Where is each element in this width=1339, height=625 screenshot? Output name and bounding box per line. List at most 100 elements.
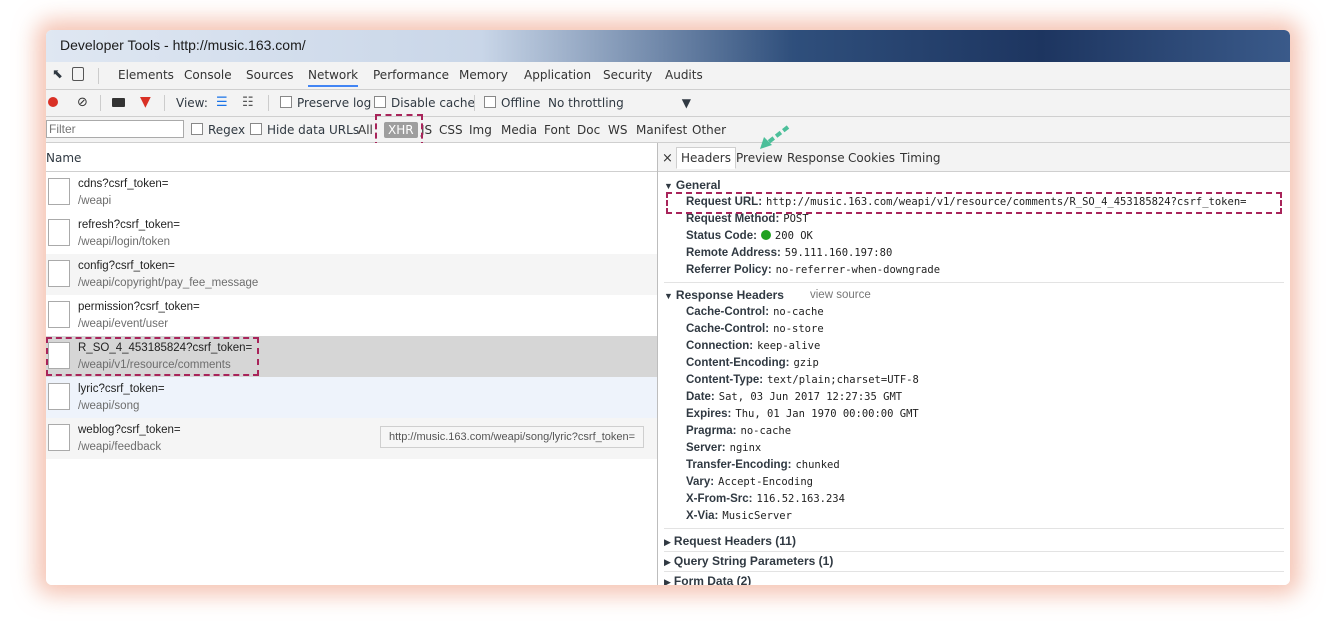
filter-bar: Regex Hide data URLs All XHR JS CSS Img … bbox=[46, 117, 1290, 143]
tab-elements[interactable]: Elements bbox=[118, 68, 174, 82]
header-row: Request Method: POST bbox=[686, 213, 809, 225]
view-label: View: bbox=[176, 96, 208, 110]
type-media[interactable]: Media bbox=[501, 123, 537, 137]
header-key: Cache-Control: bbox=[686, 306, 770, 318]
filter-icon[interactable]: ▼ bbox=[140, 94, 151, 110]
table-row[interactable]: cdns?csrf_token= /weapi bbox=[46, 172, 657, 213]
header-row: Remote Address: 59.111.160.197:80 bbox=[686, 247, 892, 259]
header-value: keep-alive bbox=[757, 340, 821, 352]
throttling-select[interactable]: No throttling ▼ bbox=[548, 96, 691, 110]
header-value: gzip bbox=[793, 357, 819, 369]
tab-cookies[interactable]: Cookies bbox=[848, 151, 895, 165]
header-value: text/plain;charset=UTF-8 bbox=[767, 374, 919, 386]
tab-console[interactable]: Console bbox=[184, 68, 232, 82]
header-row: X-From-Src: 116.52.163.234 bbox=[686, 493, 845, 505]
tab-security[interactable]: Security bbox=[603, 68, 652, 82]
header-key: Content-Type: bbox=[686, 374, 764, 386]
triangle-down-icon: ▼ bbox=[664, 181, 673, 191]
form-data-section-header[interactable]: ▶ Form Data (2) bbox=[664, 574, 751, 585]
filter-input[interactable] bbox=[46, 120, 184, 138]
file-icon bbox=[48, 301, 70, 328]
tab-performance[interactable]: Performance bbox=[373, 68, 449, 82]
view-source-link[interactable]: view source bbox=[810, 289, 871, 301]
header-value: no-store bbox=[773, 323, 824, 335]
query-string-section-header[interactable]: ▶ Query String Parameters (1) bbox=[664, 554, 833, 568]
url-tooltip: http://music.163.com/weapi/song/lyric?cs… bbox=[380, 426, 645, 448]
request-path: /weapi/login/token bbox=[78, 236, 171, 248]
preserve-log-checkbox[interactable]: Preserve log bbox=[280, 96, 371, 110]
header-value: no-referrer-when-downgrade bbox=[775, 264, 941, 276]
request-name: config?csrf_token= bbox=[78, 260, 175, 272]
hide-data-urls-checkbox[interactable]: Hide data URLs bbox=[250, 123, 359, 137]
regex-checkbox[interactable]: Regex bbox=[191, 123, 245, 137]
table-row[interactable]: config?csrf_token= /weapi/copyright/pay_… bbox=[46, 254, 657, 295]
header-value: no-cache bbox=[740, 425, 792, 437]
clear-icon[interactable]: ⊘ bbox=[77, 95, 88, 110]
header-value: chunked bbox=[795, 459, 840, 471]
tab-timing[interactable]: Timing bbox=[900, 151, 941, 165]
inspect-element-icon[interactable]: ⬉ bbox=[52, 67, 63, 82]
device-mode-icon[interactable] bbox=[72, 67, 84, 81]
tab-network[interactable]: Network bbox=[308, 68, 359, 87]
tab-application[interactable]: Application bbox=[524, 68, 591, 82]
panel-tabs-bar: ⬉ Elements Console Sources Network Perfo… bbox=[46, 62, 1290, 90]
tab-response[interactable]: Response bbox=[787, 151, 845, 165]
record-icon[interactable] bbox=[48, 97, 58, 107]
table-row[interactable]: refresh?csrf_token= /weapi/login/token bbox=[46, 213, 657, 254]
overview-icon[interactable]: ☷ bbox=[242, 95, 254, 110]
throttling-value: No throttling bbox=[548, 96, 624, 110]
tab-memory[interactable]: Memory bbox=[459, 68, 508, 82]
header-key: Pragrma: bbox=[686, 425, 737, 437]
devtools-window: Developer Tools - http://music.163.com/ … bbox=[46, 30, 1290, 585]
request-path: /weapi/event/user bbox=[78, 318, 169, 330]
disable-cache-checkbox[interactable]: Disable cache bbox=[374, 96, 475, 110]
status-dot-icon bbox=[760, 230, 771, 240]
type-other[interactable]: Other bbox=[692, 123, 726, 137]
tab-headers[interactable]: Headers bbox=[676, 147, 736, 169]
general-section-header[interactable]: ▼ General bbox=[664, 178, 721, 192]
annotation-arrow-icon bbox=[760, 125, 790, 149]
section-title: Query String Parameters (1) bbox=[673, 554, 834, 568]
header-value: nginx bbox=[729, 442, 762, 454]
triangle-down-icon: ▼ bbox=[664, 291, 673, 301]
type-manifest[interactable]: Manifest bbox=[636, 123, 687, 137]
request-name: lyric?csrf_token= bbox=[78, 383, 165, 395]
table-row[interactable]: lyric?csrf_token= /weapi/song bbox=[46, 377, 657, 418]
close-icon[interactable]: × bbox=[662, 151, 673, 166]
response-headers-section-header[interactable]: ▼ Response Headers bbox=[664, 288, 784, 302]
tab-preview[interactable]: Preview bbox=[736, 151, 783, 165]
type-doc[interactable]: Doc bbox=[577, 123, 600, 137]
offline-checkbox[interactable]: Offline bbox=[484, 96, 540, 110]
tab-sources[interactable]: Sources bbox=[246, 68, 293, 82]
header-key: Server: bbox=[686, 442, 726, 454]
capture-screenshots-icon[interactable] bbox=[112, 98, 125, 107]
header-row: Content-Type: text/plain;charset=UTF-8 bbox=[686, 374, 919, 386]
header-key: Transfer-Encoding: bbox=[686, 459, 792, 471]
header-value: 59.111.160.197:80 bbox=[784, 247, 893, 259]
regex-label: Regex bbox=[208, 123, 246, 137]
header-row: Date: Sat, 03 Jun 2017 12:27:35 GMT bbox=[686, 391, 902, 403]
header-value: Thu, 01 Jan 1970 00:00:00 GMT bbox=[735, 408, 919, 420]
header-row: Cache-Control: no-cache bbox=[686, 306, 824, 318]
type-css[interactable]: CSS bbox=[439, 123, 463, 137]
type-ws[interactable]: WS bbox=[608, 123, 627, 137]
header-value: MusicServer bbox=[722, 510, 792, 522]
large-rows-icon[interactable]: ☰ bbox=[216, 95, 228, 110]
section-title: Request Headers (11) bbox=[673, 534, 796, 548]
header-row: X-Via: MusicServer bbox=[686, 510, 792, 522]
separator bbox=[268, 95, 269, 111]
response-headers-title: Response Headers bbox=[675, 288, 784, 302]
request-list: Name cdns?csrf_token= /weapi refresh?csr… bbox=[46, 143, 658, 585]
tab-audits[interactable]: Audits bbox=[665, 68, 703, 82]
chevron-down-icon: ▼ bbox=[681, 96, 691, 110]
header-row: Connection: keep-alive bbox=[686, 340, 820, 352]
separator bbox=[100, 95, 101, 111]
table-row[interactable]: permission?csrf_token= /weapi/event/user bbox=[46, 295, 657, 336]
request-headers-section-header[interactable]: ▶ Request Headers (11) bbox=[664, 534, 796, 548]
request-url-highlight bbox=[666, 192, 1282, 214]
name-column-header[interactable]: Name bbox=[46, 143, 657, 172]
type-img[interactable]: Img bbox=[469, 123, 492, 137]
type-all[interactable]: All bbox=[358, 123, 373, 137]
header-value: no-cache bbox=[773, 306, 824, 318]
type-font[interactable]: Font bbox=[544, 123, 570, 137]
